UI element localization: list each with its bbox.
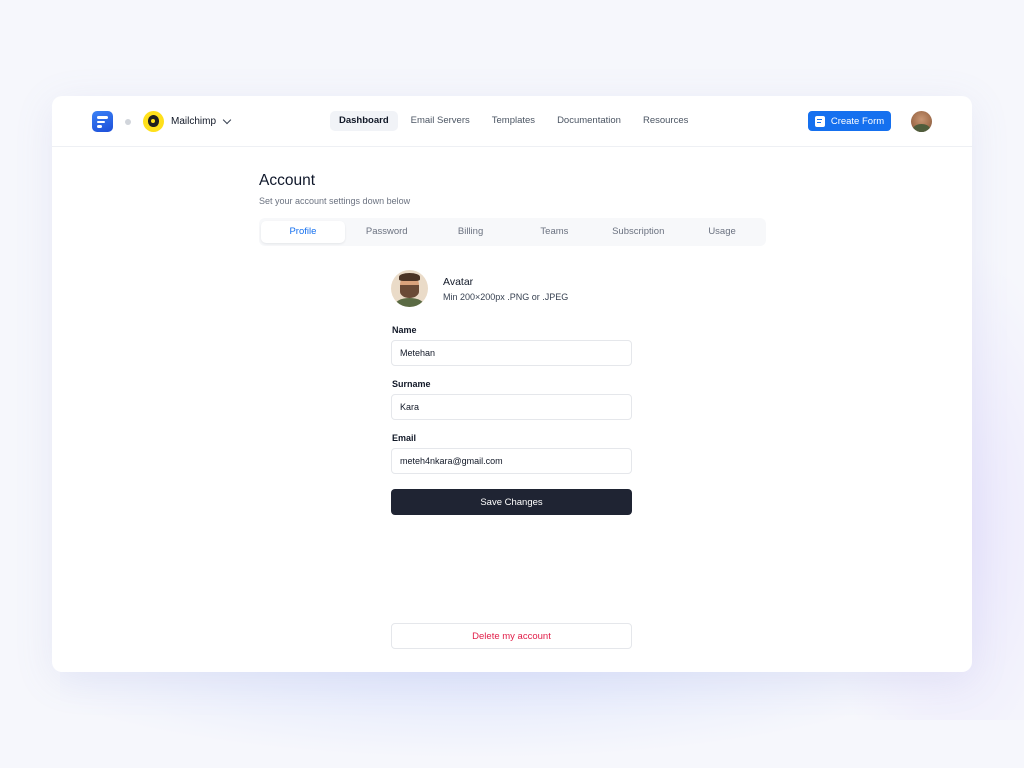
nav-email-servers[interactable]: Email Servers (402, 111, 479, 131)
avatar-hint: Min 200×200px .PNG or .JPEG (443, 292, 569, 302)
mailchimp-logo-icon (143, 110, 164, 132)
page-title: Account (259, 172, 316, 189)
tab-password[interactable]: Password (345, 221, 429, 243)
create-form-label: Create Form (830, 115, 885, 127)
tab-billing[interactable]: Billing (429, 221, 513, 243)
avatar-title: Avatar (443, 276, 474, 288)
create-form-button[interactable]: Create Form (808, 111, 891, 131)
top-navbar: Mailchimp Dashboard Email Servers Templa… (52, 96, 972, 147)
page-subtitle: Set your account settings down below (259, 196, 411, 206)
name-label: Name (392, 325, 417, 335)
tab-usage[interactable]: Usage (680, 221, 764, 243)
settings-tabs: Profile Password Billing Teams Subscript… (259, 218, 766, 246)
delete-account-button[interactable]: Delete my account (391, 623, 632, 649)
separator-dot (125, 119, 131, 125)
nav-templates[interactable]: Templates (483, 111, 544, 131)
chevron-down-icon (222, 115, 232, 124)
main-nav: Dashboard Email Servers Templates Docume… (330, 111, 697, 131)
nav-dashboard[interactable]: Dashboard (330, 111, 398, 131)
tab-subscription[interactable]: Subscription (596, 221, 680, 243)
user-avatar[interactable] (911, 111, 932, 132)
name-field[interactable] (391, 340, 632, 366)
app-window: Mailchimp Dashboard Email Servers Templa… (52, 96, 972, 672)
organization-name: Mailchimp (171, 115, 217, 127)
tab-profile[interactable]: Profile (261, 221, 345, 243)
surname-label: Surname (392, 379, 431, 389)
email-field[interactable] (391, 448, 632, 474)
form-icon (814, 115, 825, 127)
tab-teams[interactable]: Teams (512, 221, 596, 243)
surname-field[interactable] (391, 394, 632, 420)
app-logo-icon[interactable] (92, 111, 113, 132)
nav-documentation[interactable]: Documentation (548, 111, 630, 131)
save-changes-button[interactable]: Save Changes (391, 489, 632, 515)
organization-switcher[interactable]: Mailchimp (143, 110, 232, 132)
profile-avatar[interactable] (391, 270, 428, 307)
email-label: Email (392, 433, 417, 443)
nav-resources[interactable]: Resources (634, 111, 697, 131)
